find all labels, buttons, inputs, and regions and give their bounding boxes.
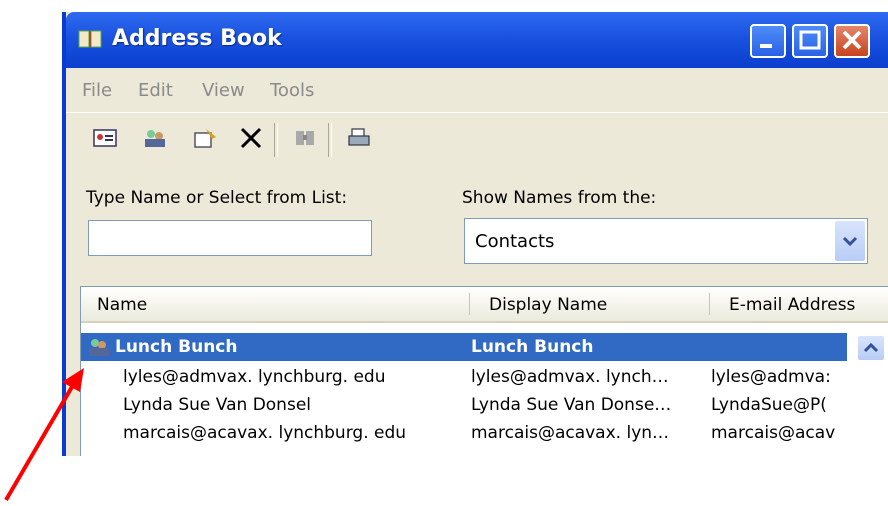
arrow-shaft <box>4 378 78 502</box>
red-arrow-annotation <box>4 368 84 502</box>
